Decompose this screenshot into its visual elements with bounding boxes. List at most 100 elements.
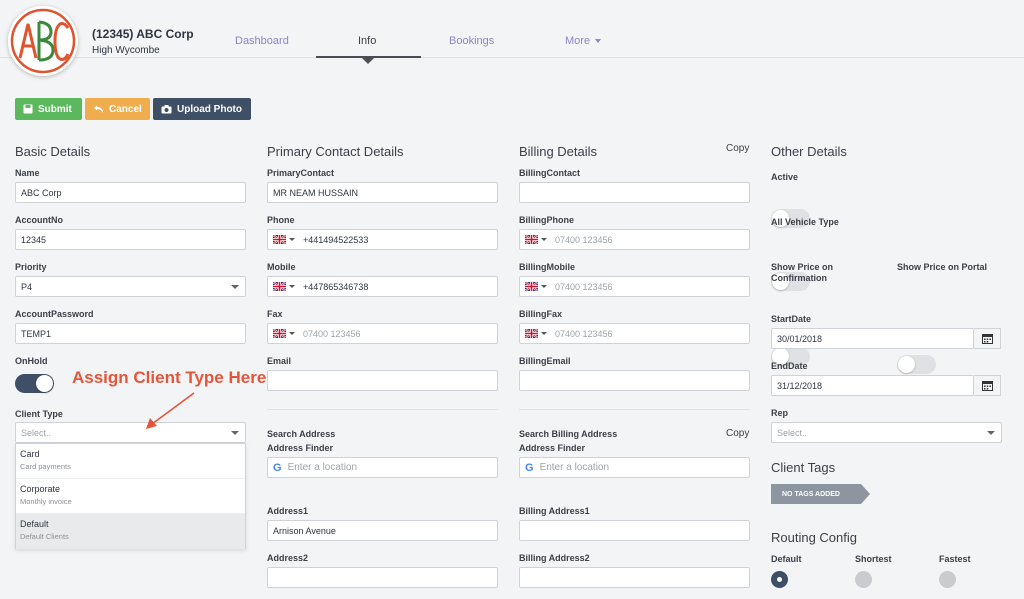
billing-fax-input[interactable]: 07400 123456 xyxy=(519,323,750,344)
billing-mobile-label: BillingMobile xyxy=(519,262,575,272)
billing-details-title: Billing Details xyxy=(519,144,598,159)
billing-address1-input[interactable] xyxy=(519,520,750,541)
uk-flag-icon xyxy=(272,281,287,292)
billing-phone-label: BillingPhone xyxy=(519,215,574,225)
address-finder-input[interactable]: G Enter a location xyxy=(267,457,498,478)
routing-shortest-radio[interactable] xyxy=(855,571,872,588)
client-type-select[interactable]: Select.. xyxy=(15,422,246,443)
country-selector[interactable] xyxy=(524,281,547,292)
name-label: Name xyxy=(15,168,40,178)
show-price-portal-toggle[interactable] xyxy=(897,355,936,374)
address2-label: Address2 xyxy=(267,553,309,563)
priority-select[interactable]: P4 xyxy=(15,276,246,297)
uk-flag-icon xyxy=(272,328,287,339)
search-address-label: Search Address xyxy=(267,429,336,439)
billing-fax-placeholder: 07400 123456 xyxy=(555,328,613,339)
phone-label: Phone xyxy=(267,215,295,225)
divider xyxy=(519,409,750,410)
billing-address2-input[interactable] xyxy=(519,567,750,588)
start-date-calendar-button[interactable] xyxy=(974,328,1001,349)
address1-label: Address1 xyxy=(267,506,309,516)
undo-icon xyxy=(94,105,103,113)
tab-info[interactable]: Info xyxy=(358,35,376,47)
rep-label: Rep xyxy=(771,408,789,418)
billing-address-finder-input[interactable]: G Enter a location xyxy=(519,457,750,478)
routing-fastest-label: Fastest xyxy=(939,554,971,564)
billing-contact-input[interactable] xyxy=(519,182,750,203)
accountno-value: 12345 xyxy=(21,234,47,245)
phone-value: +441494522533 xyxy=(303,234,369,245)
country-selector[interactable] xyxy=(272,328,295,339)
fax-label: Fax xyxy=(267,309,283,319)
rep-select[interactable]: Select.. xyxy=(771,422,1002,443)
fax-input[interactable]: 07400 123456 xyxy=(267,323,498,344)
accountno-input[interactable]: 12345 xyxy=(15,229,246,250)
uk-flag-icon xyxy=(524,328,539,339)
account-password-input[interactable]: TEMP1 xyxy=(15,323,246,344)
address2-input[interactable] xyxy=(267,567,498,588)
country-selector[interactable] xyxy=(524,328,547,339)
priority-label: Priority xyxy=(15,262,47,272)
client-tags-title: Client Tags xyxy=(771,460,836,475)
name-input[interactable]: ABC Corp xyxy=(15,182,246,203)
chevron-down-icon xyxy=(541,285,547,288)
client-type-option-corporate[interactable]: Corporate Monthly invoice xyxy=(16,479,245,514)
end-date-input[interactable]: 31/12/2018 xyxy=(771,375,974,396)
tab-bookings[interactable]: Bookings xyxy=(449,35,494,47)
client-type-option-card[interactable]: Card Card payments xyxy=(16,444,245,479)
save-icon xyxy=(23,104,33,114)
end-date-value: 31/12/2018 xyxy=(777,380,823,391)
calendar-icon xyxy=(981,381,993,391)
primary-contact-label: PrimaryContact xyxy=(267,168,335,178)
tab-more[interactable]: More xyxy=(565,35,602,47)
submit-button[interactable]: Submit xyxy=(15,98,82,120)
country-selector[interactable] xyxy=(272,281,295,292)
routing-default-radio[interactable] xyxy=(771,571,788,588)
toggle-knob xyxy=(898,356,915,373)
google-icon: G xyxy=(273,461,282,474)
email-input[interactable] xyxy=(267,370,498,391)
start-date-value: 30/01/2018 xyxy=(777,333,823,344)
client-type-option-default[interactable]: Default Default Clients xyxy=(16,514,245,549)
tab-dashboard[interactable]: Dashboard xyxy=(235,35,289,47)
client-type-dropdown: Card Card payments Corporate Monthly inv… xyxy=(15,443,246,549)
primary-contact-value: MR NEAM HUSSAIN xyxy=(273,187,359,198)
copy-contact-link[interactable]: Copy xyxy=(726,143,749,154)
billing-email-label: BillingEmail xyxy=(519,356,571,366)
all-vehicle-type-label: All Vehicle Type xyxy=(771,217,839,227)
onhold-toggle[interactable] xyxy=(15,374,54,393)
country-selector[interactable] xyxy=(272,234,295,245)
rep-placeholder: Select.. xyxy=(777,427,808,438)
country-selector[interactable] xyxy=(524,234,547,245)
billing-phone-input[interactable]: 07400 123456 xyxy=(519,229,750,250)
upload-photo-button[interactable]: Upload Photo xyxy=(153,98,251,120)
chevron-down-icon xyxy=(289,285,295,288)
primary-contact-input[interactable]: MR NEAM HUSSAIN xyxy=(267,182,498,203)
tab-more-label: More xyxy=(565,35,591,47)
billing-address-finder-label: Address Finder xyxy=(519,443,586,453)
client-type-placeholder: Select.. xyxy=(21,427,52,438)
start-date-input[interactable]: 30/01/2018 xyxy=(771,328,974,349)
account-city: High Wycombe xyxy=(92,45,160,56)
address1-input[interactable]: Arnison Avenue xyxy=(267,520,498,541)
chevron-down-icon xyxy=(541,238,547,241)
client-type-label: Client Type xyxy=(15,409,63,419)
annotation-arrow-icon xyxy=(146,392,195,429)
routing-fastest-radio[interactable] xyxy=(939,571,956,588)
mobile-input[interactable]: +447865346738 xyxy=(267,276,498,297)
billing-mobile-input[interactable]: 07400 123456 xyxy=(519,276,750,297)
billing-phone-placeholder: 07400 123456 xyxy=(555,234,613,245)
billing-fax-label: BillingFax xyxy=(519,309,563,319)
active-tab-caret xyxy=(362,58,374,64)
end-date-calendar-button[interactable] xyxy=(974,375,1001,396)
copy-address-link[interactable]: Copy xyxy=(726,428,749,439)
billing-address-finder-placeholder: Enter a location xyxy=(539,462,610,473)
cancel-button[interactable]: Cancel xyxy=(85,98,150,120)
chevron-down-icon xyxy=(595,39,602,43)
billing-email-input[interactable] xyxy=(519,370,750,391)
phone-input[interactable]: +441494522533 xyxy=(267,229,498,250)
mobile-value: +447865346738 xyxy=(303,281,369,292)
routing-default-label: Default xyxy=(771,554,802,564)
mobile-label: Mobile xyxy=(267,262,296,272)
upload-photo-label: Upload Photo xyxy=(177,103,242,115)
